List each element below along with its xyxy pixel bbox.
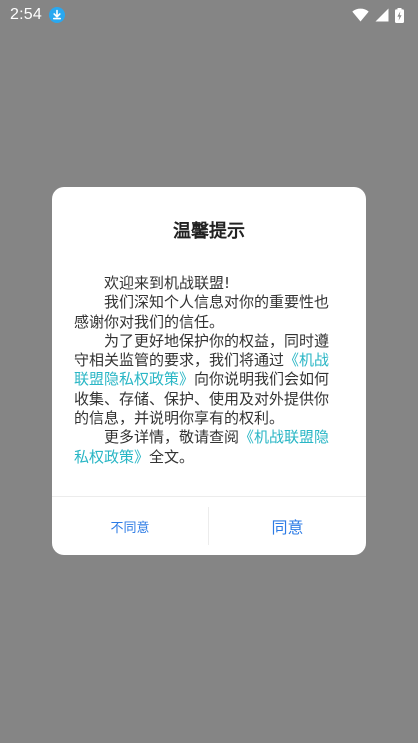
status-right [352,7,404,23]
greeting-text: 欢迎来到机战联盟! [104,274,231,292]
details-paragraph: 更多详情，敬请查阅《机战联盟隐私权政策》全文。 [74,428,342,467]
status-bar: 2:54 [0,0,418,30]
download-notification-icon [48,7,65,23]
status-left: 2:54 [10,6,65,24]
wifi-icon [352,8,369,22]
details-paragraph-intro: 更多详情，敬请查阅 [104,428,240,447]
agree-button[interactable]: 同意 [209,497,366,555]
battery-charging-icon [395,7,404,23]
privacy-dialog: 温馨提示 欢迎来到机战联盟! 我们深知个人信息对你的重要性也感谢你对我们的信任。… [52,187,366,555]
trust-paragraph: 我们深知个人信息对你的重要性也感谢你对我们的信任。 [74,293,330,331]
details-paragraph-end: 全文。 [149,447,195,466]
cellular-signal-icon [375,8,389,22]
dialog-body: 欢迎来到机战联盟! 我们深知个人信息对你的重要性也感谢你对我们的信任。 为了更好… [74,274,342,467]
screen: 2:54 温馨提示 欢迎来到机战联盟! 我们深知个人信息对你的重要性也感谢你对我… [0,0,418,743]
disagree-button[interactable]: 不同意 [52,497,208,555]
status-time: 2:54 [10,6,42,23]
dialog-title: 温馨提示 [173,221,245,242]
policy-paragraph: 为了更好地保护你的权益，同时遵守相关监管的要求，我们将通过《机战联盟隐私权政策》… [74,332,342,428]
